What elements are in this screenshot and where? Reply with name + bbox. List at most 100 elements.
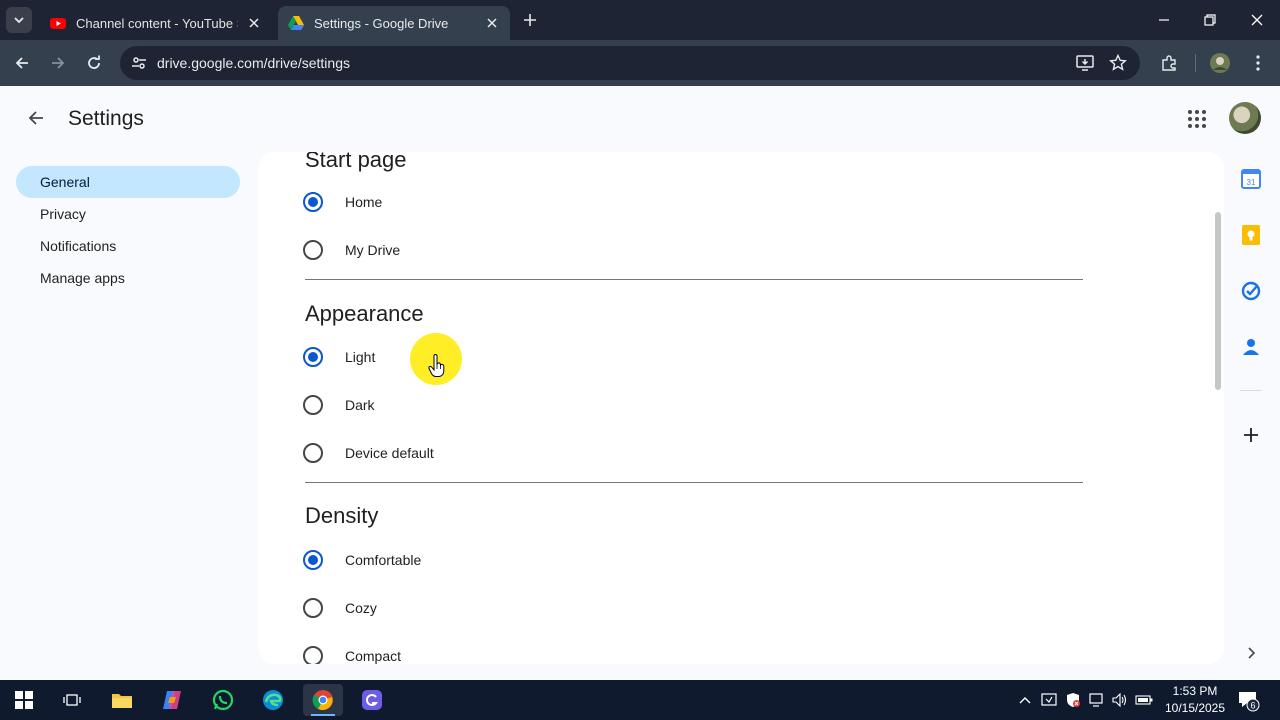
- radio-button[interactable]: [303, 550, 323, 570]
- radio-appearance-light[interactable]: Light: [303, 347, 375, 367]
- start-button[interactable]: [4, 684, 44, 716]
- restore-window-button[interactable]: [1198, 8, 1222, 32]
- hand-cursor-icon: [428, 353, 446, 378]
- display-tray-icon[interactable]: [1040, 690, 1058, 710]
- radio-density-comfortable[interactable]: Comfortable: [303, 550, 421, 570]
- radio-density-compact[interactable]: Compact: [303, 646, 401, 664]
- radio-button[interactable]: [303, 240, 323, 260]
- copilot-icon: [163, 691, 181, 709]
- radio-label: Device default: [345, 445, 434, 461]
- notification-count: 6: [1250, 701, 1255, 711]
- chevron-down-icon: [14, 17, 24, 24]
- new-tab-button[interactable]: [520, 10, 540, 30]
- windows-taskbar: 1:53 PM 10/15/2025 6: [0, 680, 1280, 720]
- sidebar-item-privacy[interactable]: Privacy: [16, 198, 240, 230]
- edge-button[interactable]: [253, 684, 293, 716]
- url-text: drive.google.com/drive/settings: [157, 55, 350, 71]
- tab-title: Settings - Google Drive: [314, 15, 449, 31]
- bookmark-star-icon[interactable]: [1109, 54, 1127, 72]
- tab-search-button[interactable]: [6, 7, 32, 33]
- radio-label: Dark: [345, 397, 375, 413]
- volume-icon[interactable]: [1111, 690, 1129, 710]
- extensions-button[interactable]: [1158, 52, 1180, 74]
- side-panel-divider: [1240, 390, 1262, 391]
- security-shield-icon[interactable]: [1064, 690, 1082, 710]
- task-view-icon: [63, 694, 81, 706]
- radio-button[interactable]: [303, 443, 323, 463]
- network-icon[interactable]: [1088, 690, 1106, 710]
- radio-start-page-home[interactable]: Home: [303, 192, 382, 212]
- section-divider: [305, 482, 1083, 483]
- reload-icon: [88, 55, 100, 69]
- radio-button[interactable]: [303, 395, 323, 415]
- plus-icon: [1244, 428, 1258, 442]
- get-add-ons-button[interactable]: [1240, 424, 1262, 446]
- install-app-icon[interactable]: [1076, 54, 1094, 72]
- settings-panel: Start page Home My Drive Appearance Ligh…: [258, 152, 1224, 664]
- radio-appearance-dark[interactable]: Dark: [303, 395, 375, 415]
- browser-tab-youtube-studio[interactable]: Channel content - YouTube Studio: [40, 6, 272, 40]
- google-tasks-icon[interactable]: [1240, 280, 1262, 302]
- radio-button[interactable]: [303, 347, 323, 367]
- sidebar-item-notifications[interactable]: Notifications: [16, 230, 240, 262]
- chrome-button[interactable]: [303, 684, 343, 716]
- site-settings-icon[interactable]: [130, 54, 148, 72]
- toolbar-divider: [1195, 54, 1196, 72]
- browser-tab-bar: Channel content - YouTube Studio Setting…: [0, 0, 1280, 40]
- task-view-button[interactable]: [52, 684, 92, 716]
- google-drive-icon: [288, 15, 304, 31]
- file-explorer-button[interactable]: [102, 684, 142, 716]
- screen-recorder-button[interactable]: [352, 684, 392, 716]
- google-contacts-icon[interactable]: [1240, 336, 1262, 358]
- calendar-day-label: 31: [1247, 178, 1256, 187]
- plus-icon: [524, 14, 536, 26]
- radio-button[interactable]: [303, 598, 323, 618]
- minimize-window-button[interactable]: [1152, 8, 1176, 32]
- notification-center-button[interactable]: 6: [1236, 688, 1260, 712]
- browser-tab-google-drive-settings[interactable]: Settings - Google Drive: [278, 6, 510, 40]
- chevron-up-icon: [1019, 697, 1031, 704]
- restore-icon: [1204, 14, 1216, 26]
- taskbar-clock[interactable]: 1:53 PM 10/15/2025: [1155, 683, 1235, 717]
- section-title-start-page: Start page: [305, 152, 407, 172]
- browser-menu-button[interactable]: [1247, 52, 1269, 74]
- address-bar[interactable]: drive.google.com/drive/settings: [120, 46, 1140, 80]
- sidebar-item-manage-apps[interactable]: Manage apps: [16, 262, 240, 294]
- forward-button[interactable]: [47, 52, 69, 74]
- radio-label: Light: [345, 349, 376, 365]
- profile-avatar-icon: [1210, 53, 1230, 73]
- radio-label: Home: [345, 194, 383, 210]
- edge-icon: [263, 690, 283, 710]
- close-window-button[interactable]: [1245, 8, 1269, 32]
- back-button[interactable]: [11, 52, 33, 74]
- more-vert-icon: [1256, 55, 1260, 71]
- clock-date: 10/15/2025: [1164, 701, 1226, 715]
- arrow-right-icon: [52, 57, 65, 69]
- reload-button[interactable]: [83, 52, 105, 74]
- battery-icon[interactable]: [1135, 690, 1153, 710]
- show-hidden-icons-button[interactable]: [1016, 690, 1034, 710]
- close-tab-icon[interactable]: [246, 15, 262, 31]
- section-title-appearance: Appearance: [305, 301, 424, 326]
- hide-side-panel-button[interactable]: [1240, 642, 1262, 664]
- youtube-icon: [50, 15, 66, 31]
- sidebar-item-general[interactable]: General: [16, 166, 240, 198]
- back-to-drive-button[interactable]: [24, 106, 48, 130]
- close-tab-icon[interactable]: [484, 15, 500, 31]
- radio-density-cozy[interactable]: Cozy: [303, 598, 377, 618]
- profile-button[interactable]: [1209, 52, 1231, 74]
- account-avatar[interactable]: [1229, 102, 1261, 134]
- clock-time: 1:53 PM: [1172, 684, 1218, 698]
- google-keep-icon[interactable]: [1240, 224, 1262, 246]
- radio-label: Cozy: [345, 600, 377, 616]
- whatsapp-icon: [212, 689, 234, 711]
- scrollbar-thumb[interactable]: [1215, 212, 1221, 390]
- radio-start-page-my-drive[interactable]: My Drive: [303, 240, 400, 260]
- radio-appearance-device-default[interactable]: Device default: [303, 443, 434, 463]
- radio-button[interactable]: [303, 646, 323, 664]
- google-apps-icon[interactable]: [1186, 108, 1208, 130]
- google-calendar-icon[interactable]: 31: [1240, 168, 1262, 190]
- whatsapp-button[interactable]: [203, 684, 243, 716]
- radio-button[interactable]: [303, 192, 323, 212]
- copilot-button[interactable]: [152, 684, 192, 716]
